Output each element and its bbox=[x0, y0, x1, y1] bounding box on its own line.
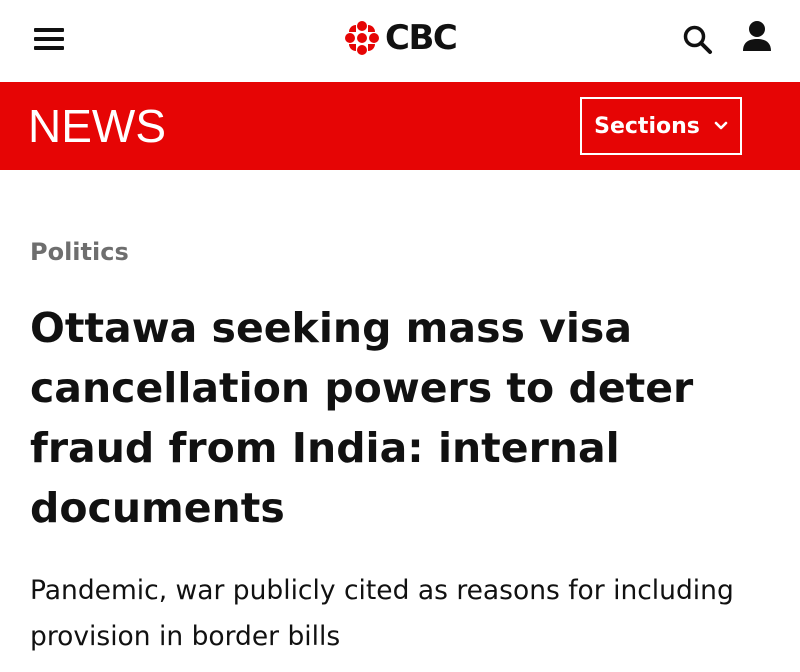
menu-line bbox=[34, 37, 64, 41]
brand-name: CBC bbox=[385, 18, 458, 58]
sections-dropdown-button[interactable]: Sections bbox=[580, 97, 742, 155]
news-title[interactable]: NEWS bbox=[28, 98, 166, 154]
search-icon bbox=[683, 25, 712, 54]
article-category-link[interactable]: Politics bbox=[30, 234, 129, 270]
search-button[interactable] bbox=[680, 22, 716, 58]
menu-line bbox=[34, 28, 64, 32]
sections-label: Sections bbox=[594, 113, 700, 139]
cbc-logo-link[interactable]: CBC bbox=[344, 17, 458, 59]
article-subheadline: Pandemic, war publicly cited as reasons … bbox=[30, 575, 734, 652]
news-section-bar: NEWS Sections bbox=[0, 82, 800, 170]
top-header: CBC bbox=[0, 0, 800, 82]
hamburger-menu-icon[interactable] bbox=[34, 28, 64, 50]
user-account-icon bbox=[743, 21, 771, 51]
account-button[interactable] bbox=[740, 20, 774, 56]
cbc-gem-icon bbox=[345, 21, 379, 55]
chevron-down-icon bbox=[714, 121, 728, 130]
article-headline: Ottawa seeking mass visa cancellation po… bbox=[30, 304, 694, 532]
menu-line bbox=[34, 46, 64, 50]
